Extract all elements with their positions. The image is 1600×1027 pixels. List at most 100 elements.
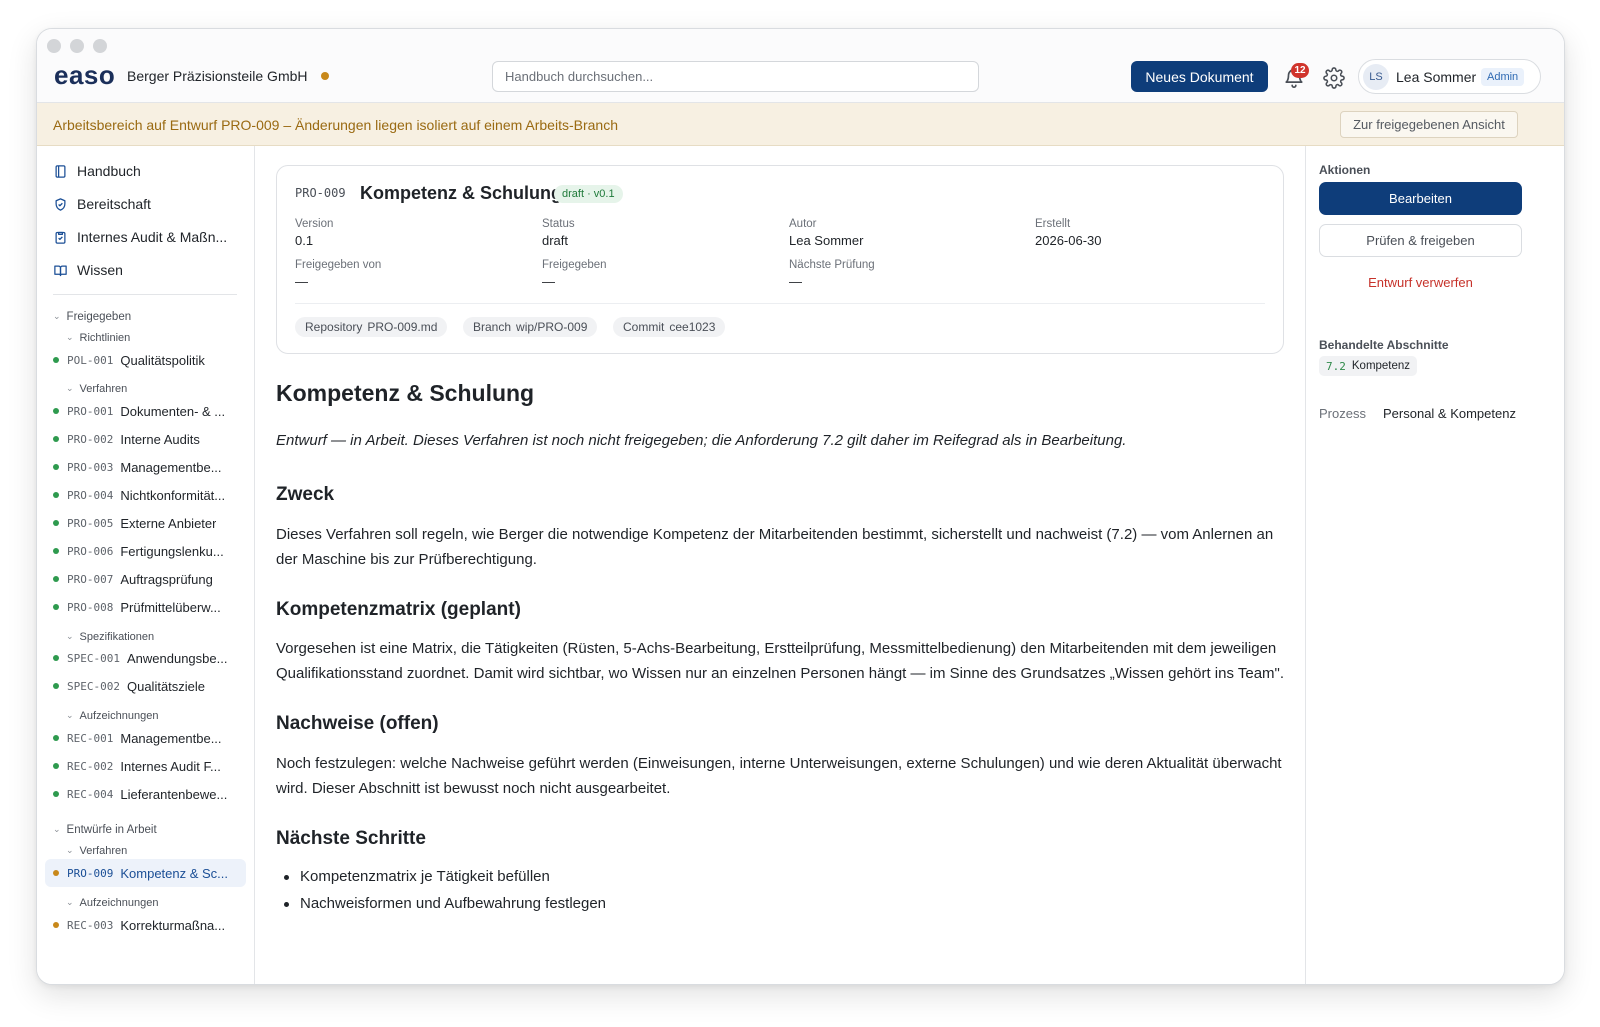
meta-label-released: Freigegeben [542,259,607,271]
tree-doc-pro-003[interactable]: PRO-003 Managementbe... [45,453,246,481]
tree-doc-rec-004[interactable]: REC-004 Lieferantenbewe... [45,780,246,808]
tree-doc-pro-002[interactable]: PRO-002 Interne Audits [45,425,246,453]
meta-label-next-review: Nächste Prüfung [789,259,875,271]
tree-doc-spec-001[interactable]: SPEC-001 Anwendungsbe... [45,644,246,672]
tree-doc-pro-005[interactable]: PRO-005 Externe Anbieter [45,509,246,537]
search-input[interactable] [492,61,979,92]
document-meta-card: PRO-009 Kompetenz & Schulung draft · v0.… [276,165,1284,354]
section-heading: Nächste Schritte [276,828,426,850]
discard-draft-button[interactable]: Entwurf verwerfen [1319,266,1522,299]
section-text: Vorgesehen ist eine Matrix, die Tätigkei… [276,640,1285,683]
actions-panel: Aktionen Bearbeiten Prüfen & freigeben E… [1305,146,1564,984]
tree-subgroup-draft-records[interactable]: ⌄ Aufzeichnungen [66,896,158,910]
status-dot [53,922,59,928]
new-document-button[interactable]: Neues Dokument [1131,61,1268,92]
status-dot [53,735,59,741]
commit-chip[interactable]: Commit cee1023 [613,317,726,337]
top-bar: easo Berger Präzisionsteile GmbH Neues D… [37,29,1564,103]
process-label: Prozess [1319,406,1366,421]
tree-subgroup-records[interactable]: ⌄ Aufzeichnungen [66,709,158,723]
nav-item-label: Wissen [77,262,123,278]
chevron-down-icon: ⌄ [66,896,74,907]
list-item: Kompetenzmatrix je Tätigkeit befüllen [276,863,1286,890]
status-dot [53,548,59,554]
status-dot [53,492,59,498]
tree-group-drafts[interactable]: ⌄ Entwürfe in Arbeit [53,824,157,837]
minimize-window-button[interactable] [70,39,84,53]
status-dot [53,436,59,442]
status-dot [53,576,59,582]
meta-value-released: — [542,274,555,289]
meta-value-status: draft [542,233,569,248]
actions-label: Aktionen [1319,163,1371,177]
meta-value-author: Lea Sommer [789,233,864,248]
process-value: Personal & Kompetenz [1383,406,1516,421]
tree-doc-rec-002[interactable]: REC-002 Internes Audit F... [45,752,246,780]
meta-label-author: Autor [789,218,817,230]
shield-icon [55,197,66,211]
sidebar-divider [53,294,237,295]
tree-doc-rec-001[interactable]: REC-001 Managementbe... [45,724,246,752]
section-tag[interactable]: 7.2 Kompetenz [1319,356,1418,376]
next-steps-list: Kompetenzmatrix je Tätigkeit befüllen Na… [276,863,1286,917]
company-name: Berger Präzisionsteile GmbH [127,68,308,84]
tree-subgroup-procedures[interactable]: ⌄ Verfahren [66,382,127,396]
document-code: PRO-009 [295,186,346,200]
tree-doc-pro-006[interactable]: PRO-006 Fertigungslenku... [45,537,246,565]
app-logo[interactable]: easo [54,60,115,91]
tree-doc-pro-009[interactable]: PRO-009 Kompetenz & Sc... [45,859,246,887]
zoom-window-button[interactable] [93,39,107,53]
status-dot [53,655,59,661]
edit-button[interactable]: Bearbeiten [1319,182,1522,215]
nav-item-label: Handbuch [77,163,141,179]
repository-chip[interactable]: Repository PRO-009.md [295,317,448,337]
nav-item-bereitschaft[interactable]: Bereitschaft [53,191,151,217]
status-dot [53,408,59,414]
tree-doc-pro-008[interactable]: PRO-008 Prüfmittelüberw... [45,593,246,621]
tree-subgroup-policies[interactable]: ⌄ Richtlinien [66,332,130,345]
status-dot [53,464,59,470]
meta-label-created: Erstellt [1035,218,1071,230]
tree-doc-pro-004[interactable]: PRO-004 Nichtkonformität... [45,481,246,509]
draft-banner: Arbeitsbereich auf Entwurf PRO-009 – Änd… [37,103,1564,146]
review-release-button[interactable]: Prüfen & freigeben [1319,224,1522,257]
book-icon [55,164,66,178]
section-text: Noch festzulegen: welche Nachweise gefüh… [276,755,1282,798]
meta-label-released-by: Freigegeben von [295,259,382,271]
meta-value-created: 2026-06-30 [1035,233,1102,248]
tree-subgroup-specs[interactable]: ⌄ Spezifikationen [66,630,154,644]
open-book-icon [54,265,67,276]
nav-item-audit[interactable]: Internes Audit & Maßn... [53,224,227,250]
tree-subgroup-draft-procedures[interactable]: ⌄ Verfahren [66,844,127,858]
list-item: Nachweisformen und Aufbewahrung festlege… [276,890,1286,917]
gear-icon[interactable] [1323,67,1345,89]
branch-chip[interactable]: Branch wip/PRO-009 [463,317,598,337]
document-heading: Kompetenz & Schulung [276,380,535,406]
chevron-down-icon: ⌄ [66,709,74,720]
draft-note: Entwurf — in Arbeit. Dieses Verfahren is… [276,431,1127,449]
tree-doc-pol-001[interactable]: POL-001 Qualitätspolitik [45,346,246,374]
sections-label: Behandelte Abschnitte [1319,338,1449,352]
chevron-down-icon: ⌄ [66,630,74,641]
nav-item-wissen[interactable]: Wissen [53,257,123,283]
tree-group-released[interactable]: ⌄ Freigegeben [53,311,131,324]
released-view-button[interactable]: Zur freigegebenen Ansicht [1340,111,1518,138]
tree-doc-pro-001[interactable]: PRO-001 Dokumenten- & ... [45,397,246,425]
card-divider [295,303,1265,304]
tree-doc-spec-002[interactable]: SPEC-002 Qualitätsziele [45,672,246,700]
chevron-down-icon: ⌄ [66,844,74,855]
status-dot [53,357,59,363]
section-heading: Nachweise (offen) [276,713,439,735]
tree-doc-pro-007[interactable]: PRO-007 Auftragsprüfung [45,565,246,593]
nav-item-label: Bereitschaft [77,196,151,212]
tree-doc-rec-003[interactable]: REC-003 Korrekturmaßna... [45,911,246,939]
nav-item-handbuch[interactable]: Handbuch [53,158,141,184]
meta-label-version: Version [295,218,334,230]
user-menu[interactable]: LS Lea Sommer Admin [1358,59,1541,94]
nav-item-label: Internes Audit & Maßn... [77,229,228,245]
meta-value-released-by: — [295,274,308,289]
close-window-button[interactable] [47,39,61,53]
meta-value-version: 0.1 [295,233,314,248]
app-window: easo Berger Präzisionsteile GmbH Neues D… [36,28,1565,985]
chevron-down-icon: ⌄ [66,382,74,393]
